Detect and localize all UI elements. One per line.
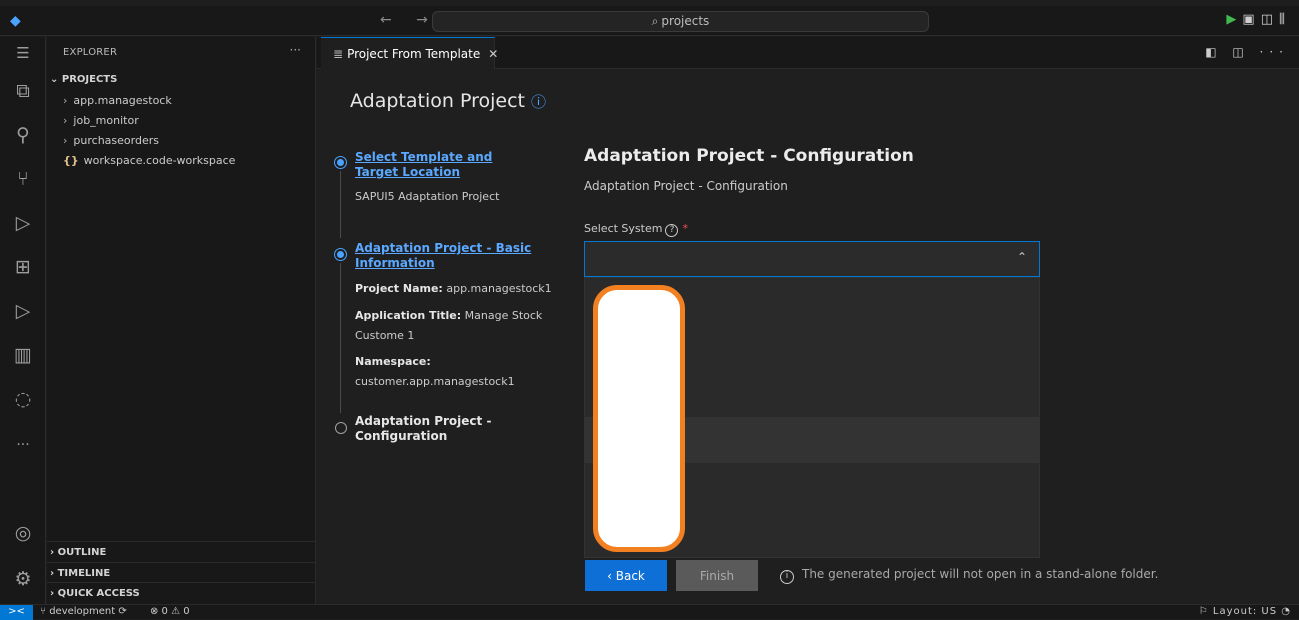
page-title: Adaptation Project ⓘ xyxy=(350,90,546,112)
redacted-area xyxy=(593,285,685,552)
step-3-label: Adaptation Project - Configuration xyxy=(355,414,492,443)
footer-note: i The generated project will not open in … xyxy=(780,567,1158,584)
explorer-icon[interactable]: ⧉ xyxy=(0,79,46,103)
help-icon[interactable]: ? xyxy=(665,224,679,237)
remote-indicator[interactable]: >< xyxy=(0,605,33,620)
extensions-icon[interactable]: ⊞ xyxy=(0,255,46,279)
branch-icon: ⑂ xyxy=(40,606,50,617)
more-icon[interactable]: ··· xyxy=(0,433,46,457)
outline-section[interactable]: › OUTLINE xyxy=(50,547,106,558)
account-icon[interactable]: ◎ xyxy=(0,521,46,545)
cloud-icon[interactable]: ◌ xyxy=(0,387,46,411)
editor-actions[interactable]: ◧ ◫ ··· xyxy=(1205,45,1289,59)
run-icon[interactable]: ▷ xyxy=(0,299,46,323)
tree-item-job-monitor[interactable]: › job_monitor xyxy=(63,114,139,127)
projects-section[interactable]: ⌄ PROJECTS xyxy=(50,74,117,85)
namespace-detail: Namespace: customer.app.managestock1 xyxy=(355,355,515,388)
library-icon[interactable]: ▥ xyxy=(0,343,46,367)
config-title: Adaptation Project - Configuration xyxy=(584,146,914,166)
json-file-icon: {} xyxy=(63,154,79,167)
chevron-up-icon: ⌃ xyxy=(1017,250,1028,264)
run-icon[interactable]: ▶ xyxy=(1226,12,1242,27)
step-3-indicator xyxy=(335,422,347,434)
select-system-dropdown[interactable]: ⌃ xyxy=(584,241,1040,277)
settings-gear-icon[interactable]: ⚙ xyxy=(0,567,46,591)
step-2-indicator xyxy=(335,249,346,260)
status-right: ⚐ Layout: US ◔ xyxy=(1199,606,1291,617)
file-icon: ≣ xyxy=(333,47,344,61)
timeline-section[interactable]: › TIMELINE xyxy=(50,568,110,579)
close-tab-icon[interactable]: ✕ xyxy=(488,47,498,61)
finish-button[interactable]: Finish xyxy=(676,560,758,591)
step-1-link[interactable]: Select Template and Target Location xyxy=(355,150,535,180)
app-title-detail: Application Title: Manage Stock Custome … xyxy=(355,309,543,342)
back-button[interactable]: ‹ Back xyxy=(585,560,667,591)
quick-access-section[interactable]: › QUICK ACCESS xyxy=(50,588,140,599)
explorer-sidebar: EXPLORER ··· ⌄ PROJECTS › app.managestock… xyxy=(47,37,316,604)
more-actions-icon[interactable]: ··· xyxy=(290,43,301,57)
branch-indicator[interactable]: ⑂ development ⟳ xyxy=(40,606,127,617)
step-2-link[interactable]: Adaptation Project - Basic Information xyxy=(355,241,535,271)
nav-arrows[interactable]: ← → xyxy=(380,12,438,28)
project-name-detail: Project Name: app.managestock1 xyxy=(355,282,552,295)
step-1-detail: SAPUI5 Adaptation Project xyxy=(355,190,500,203)
status-bar: >< ⑂ development ⟳ ⊗ 0 ⚠ 0 ⚐ Layout: US … xyxy=(0,604,1299,620)
problems-indicator[interactable]: ⊗ 0 ⚠ 0 xyxy=(150,606,190,617)
sync-icon: ⟳ xyxy=(115,606,127,617)
customize-layout-icon[interactable]: ⫼ xyxy=(1279,12,1291,27)
title-bar: ◆ ← → ⌕ projects ▶▣◫⫼ xyxy=(0,6,1299,36)
activity-bar: ☰ ⧉ ⚲ ⑂ ▷ ⊞ ▷ ▥ ◌ ··· ◎ ⚙ xyxy=(0,37,46,604)
editor-tabs: ≣ Project From Template ✕ ◧ ◫ ··· xyxy=(317,37,1299,69)
required-marker: * xyxy=(682,222,688,235)
source-control-icon[interactable]: ⑂ xyxy=(0,167,46,191)
notifications-icon[interactable]: ◔ xyxy=(1277,606,1291,617)
command-center-search[interactable]: ⌕ projects xyxy=(432,11,929,32)
config-subtitle: Adaptation Project - Configuration xyxy=(584,179,788,193)
tree-item-purchaseorders[interactable]: › purchaseorders xyxy=(63,134,159,147)
toggle-sidebar-icon[interactable]: ◫ xyxy=(1261,12,1279,27)
layout-indicator[interactable]: Layout: US xyxy=(1213,606,1277,617)
search-text: projects xyxy=(661,14,710,28)
search-icon: ⌕ xyxy=(651,14,659,28)
editor-content: Adaptation Project ⓘ Select Template and … xyxy=(317,70,1299,604)
chevron-right-icon: › xyxy=(63,94,68,107)
chevron-right-icon: › xyxy=(63,134,68,147)
system-options-list[interactable] xyxy=(584,277,1040,558)
tree-item-app-managestock[interactable]: › app.managestock xyxy=(63,94,172,107)
app-logo-icon: ◆ xyxy=(10,13,21,29)
menu-icon[interactable]: ☰ xyxy=(0,41,46,65)
info-icon: i xyxy=(780,570,794,584)
info-icon[interactable]: ⓘ xyxy=(531,93,546,111)
run-debug-icon[interactable]: ▷ xyxy=(0,211,46,235)
toggle-panel-icon[interactable]: ▣ xyxy=(1242,12,1260,27)
select-system-label: Select System? * xyxy=(584,222,688,237)
explorer-title: EXPLORER xyxy=(63,47,118,58)
title-actions: ▶▣◫⫼ xyxy=(1226,12,1291,27)
chevron-right-icon: › xyxy=(63,114,68,127)
step-1-indicator xyxy=(335,157,346,168)
bell-icon[interactable]: ⚐ xyxy=(1199,606,1213,617)
search-icon[interactable]: ⚲ xyxy=(0,123,46,147)
tree-item-workspace-file[interactable]: {} workspace.code-workspace xyxy=(63,154,235,167)
tab-project-from-template[interactable]: ≣ Project From Template ✕ xyxy=(321,37,498,69)
